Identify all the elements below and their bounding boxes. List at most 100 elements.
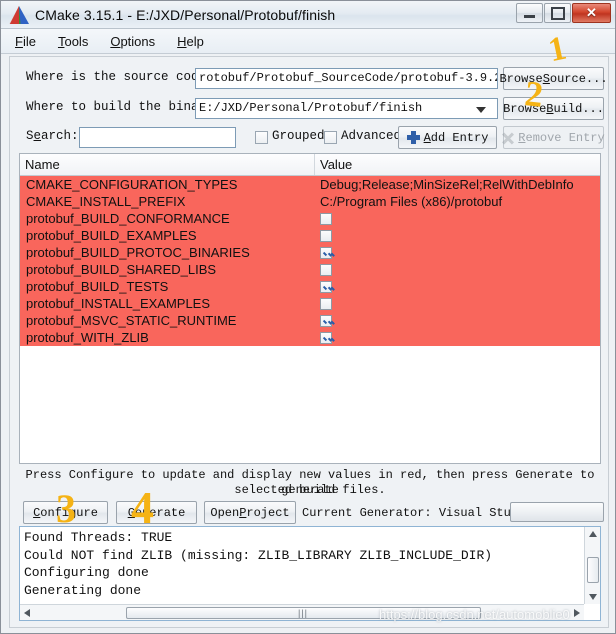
menu-bar: File Tools Options Help bbox=[1, 29, 615, 54]
menu-tools[interactable]: Tools bbox=[58, 34, 88, 49]
remove-entry-mnemonic: R bbox=[518, 130, 526, 145]
checkbox-unchecked[interactable] bbox=[320, 297, 332, 310]
scroll-down-icon[interactable] bbox=[589, 594, 597, 600]
maximize-button[interactable] bbox=[544, 3, 571, 23]
table-row[interactable]: protobuf_BUILD_TESTS bbox=[20, 278, 600, 295]
cache-variable-value[interactable] bbox=[315, 280, 600, 293]
table-row[interactable]: protobuf_WITH_ZLIB bbox=[20, 329, 600, 346]
generate-mnemonic: G bbox=[127, 505, 135, 520]
open-project-mnemonic: P bbox=[239, 505, 247, 520]
table-row[interactable]: CMAKE_CONFIGURATION_TYPES Debug;Release;M… bbox=[20, 176, 600, 193]
close-icon: ✕ bbox=[586, 5, 597, 20]
grouped-checkbox[interactable] bbox=[255, 131, 268, 144]
cache-variable-name: CMAKE_CONFIGURATION_TYPES bbox=[26, 177, 238, 192]
menu-options-mnemonic: O bbox=[110, 33, 121, 49]
cache-variable-name: protobuf_MSVC_STATIC_RUNTIME bbox=[26, 313, 237, 328]
search-label-pre: S bbox=[26, 129, 34, 143]
watermark: https://blog.csdn.net/automoblie0 bbox=[379, 607, 570, 622]
table-row[interactable]: protobuf_BUILD_SHARED_LIBS bbox=[20, 261, 600, 278]
advanced-checkbox[interactable] bbox=[324, 131, 337, 144]
main-panel: Where is the source code: rotobuf/Protob… bbox=[9, 56, 609, 628]
column-header-name[interactable]: Name bbox=[20, 154, 315, 175]
search-label: Search: bbox=[26, 129, 79, 143]
table-row[interactable]: CMAKE_INSTALL_PREFIX C:/Program Files (x8… bbox=[20, 193, 600, 210]
browse-build-mnemonic: B bbox=[546, 101, 554, 116]
cache-variable-value[interactable] bbox=[315, 263, 600, 276]
browse-build-button[interactable]: Browse Buil d... bbox=[503, 97, 604, 120]
browse-build-pre: Browse bbox=[503, 101, 547, 116]
menu-help[interactable]: Help bbox=[177, 34, 204, 49]
title-bar: CMake 3.15.1 - E:/JXD/Personal/Protobuf/… bbox=[1, 1, 615, 29]
configure-mnemonic: C bbox=[33, 505, 41, 520]
search-row: Search: Grouped Advanced Add Entry Remov… bbox=[10, 124, 608, 150]
source-label: Where is the source code: bbox=[26, 70, 214, 84]
close-button[interactable]: ✕ bbox=[572, 3, 611, 23]
cache-variables-table[interactable]: Name Value CMAKE_CONFIGURATION_TYPES Debu… bbox=[19, 153, 601, 464]
log-vertical-scrollbar[interactable] bbox=[584, 527, 600, 604]
table-header: Name Value bbox=[20, 154, 600, 176]
cache-variable-value[interactable] bbox=[315, 246, 600, 259]
search-input[interactable] bbox=[79, 127, 236, 148]
configure-button[interactable]: Configure bbox=[23, 501, 108, 524]
minimize-button[interactable] bbox=[516, 3, 543, 23]
cache-variable-value[interactable] bbox=[315, 229, 600, 242]
column-header-value[interactable]: Value bbox=[315, 154, 600, 175]
cache-variable-value[interactable] bbox=[315, 314, 600, 327]
cache-variable-name: CMAKE_INSTALL_PREFIX bbox=[26, 194, 186, 209]
log-text: Found Threads: TRUE Could NOT find ZLIB … bbox=[24, 530, 493, 598]
cache-variable-value[interactable] bbox=[315, 212, 600, 225]
checkbox-checked[interactable] bbox=[320, 246, 332, 259]
minimize-icon bbox=[524, 15, 535, 18]
cache-variable-name: protobuf_WITH_ZLIB bbox=[26, 330, 149, 345]
browse-build-rest: uil bbox=[553, 101, 576, 116]
table-row[interactable]: protobuf_BUILD_CONFORMANCE bbox=[20, 210, 600, 227]
cache-variable-name: protobuf_BUILD_PROTOC_BINARIES bbox=[26, 245, 250, 260]
browse-source-mnemonic: S bbox=[542, 71, 550, 86]
source-path-input[interactable]: rotobuf/Protobuf_SourceCode/protobuf-3.9… bbox=[195, 68, 498, 89]
plus-icon bbox=[406, 131, 420, 144]
scroll-up-icon[interactable] bbox=[588, 531, 597, 537]
chevron-down-icon[interactable] bbox=[476, 107, 486, 113]
menu-help-label: elp bbox=[186, 33, 204, 49]
hint-line-2: selected build files. bbox=[234, 483, 386, 497]
client-area: Where is the source code: rotobuf/Protob… bbox=[1, 54, 615, 633]
table-row[interactable]: protobuf_MSVC_STATIC_RUNTIME bbox=[20, 312, 600, 329]
window-controls: ✕ bbox=[516, 3, 611, 23]
checkbox-unchecked[interactable] bbox=[320, 263, 332, 276]
source-row: Where is the source code: rotobuf/Protob… bbox=[10, 65, 608, 91]
add-entry-label: dd Entry bbox=[430, 130, 489, 145]
scroll-left-icon[interactable] bbox=[24, 608, 30, 617]
generate-button[interactable]: Generate bbox=[116, 501, 197, 524]
generate-label: enerate bbox=[134, 505, 186, 520]
cache-variable-value[interactable]: Debug;Release;MinSizeRel;RelWithDebInfo bbox=[315, 177, 600, 192]
cache-variable-name: protobuf_BUILD_EXAMPLES bbox=[26, 228, 197, 243]
build-path-input[interactable]: E:/JXD/Personal/Protobuf/finish bbox=[195, 98, 498, 119]
table-row[interactable]: protobuf_BUILD_EXAMPLES bbox=[20, 227, 600, 244]
open-project-button[interactable]: Open Project bbox=[204, 501, 296, 524]
table-row[interactable]: protobuf_INSTALL_EXAMPLES bbox=[20, 295, 600, 312]
scroll-right-icon[interactable] bbox=[574, 608, 580, 617]
checkbox-checked[interactable] bbox=[320, 280, 332, 293]
configure-label: onfigure bbox=[40, 505, 98, 520]
cache-variable-value[interactable] bbox=[315, 297, 600, 310]
vertical-scroll-thumb[interactable] bbox=[587, 557, 599, 583]
menu-options[interactable]: Options bbox=[110, 34, 155, 49]
cache-variable-value[interactable]: C:/Program Files (x86)/protobuf bbox=[315, 194, 600, 209]
checkbox-checked[interactable] bbox=[320, 331, 332, 344]
menu-tools-label: ools bbox=[64, 33, 89, 49]
cmake-logo-icon bbox=[7, 4, 31, 26]
add-entry-button[interactable]: Add Entry bbox=[398, 126, 497, 149]
browse-build-tail: d... bbox=[575, 101, 604, 116]
grouped-label: Grouped bbox=[272, 129, 325, 143]
cache-variable-value[interactable] bbox=[315, 331, 600, 344]
remove-x-icon bbox=[502, 131, 515, 145]
checkbox-unchecked[interactable] bbox=[320, 229, 332, 242]
menu-file[interactable]: File bbox=[15, 34, 36, 49]
table-row[interactable]: protobuf_BUILD_PROTOC_BINARIES bbox=[20, 244, 600, 261]
add-entry-mnemonic: A bbox=[423, 130, 431, 145]
open-project-rest: roject bbox=[246, 505, 290, 520]
browse-source-button[interactable]: Browse Source... bbox=[499, 67, 608, 90]
menu-options-label: ptions bbox=[120, 33, 156, 49]
checkbox-unchecked[interactable] bbox=[320, 212, 332, 225]
checkbox-checked[interactable] bbox=[320, 314, 332, 327]
